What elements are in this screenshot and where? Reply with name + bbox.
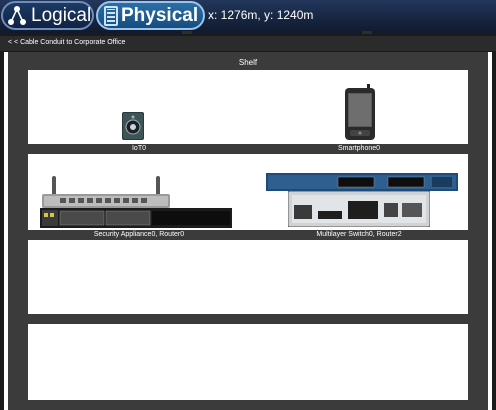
router-icon[interactable] bbox=[288, 191, 430, 227]
shelf-divider bbox=[28, 400, 468, 410]
coordinates-readout: x: 1276m, y: 1240m bbox=[208, 8, 314, 22]
slot-label-iot0: IoT0 bbox=[28, 144, 250, 154]
slot-label-multilayer-switch0-router2: Multilayer Switch0, Router2 bbox=[250, 230, 468, 240]
logical-view-label: Logical bbox=[31, 4, 92, 26]
breadcrumb-bar: < < Cable Conduit to Corporate Office bbox=[0, 36, 496, 51]
rack-post-right bbox=[468, 52, 488, 410]
rack-post-left bbox=[8, 52, 28, 410]
iot-speaker-icon[interactable] bbox=[122, 112, 144, 140]
physical-rack-icon bbox=[104, 5, 118, 26]
toolbar-divider bbox=[362, 31, 372, 34]
breadcrumb-back-link[interactable]: < < Cable Conduit to Corporate Office bbox=[8, 39, 125, 46]
multilayer-switch-icon[interactable] bbox=[266, 173, 458, 191]
logical-view-button[interactable]: Logical bbox=[1, 1, 94, 30]
security-appliance-icon[interactable] bbox=[40, 208, 232, 228]
smartphone-icon[interactable] bbox=[344, 84, 376, 140]
toolbar-divider bbox=[182, 31, 192, 34]
shelf-rack: Shelf IoT0 Smartphone0 Security Applianc… bbox=[4, 52, 492, 410]
slot-label-security-appliance0-router0: Security Appliance0, Router0 bbox=[28, 230, 250, 240]
slot-label-smartphone0: Smartphone0 bbox=[250, 144, 468, 154]
wireless-router-icon[interactable] bbox=[42, 176, 170, 208]
shelf-title: Shelf bbox=[28, 56, 468, 70]
top-toolbar: Logical Physical x: 1276m, y: 1240m bbox=[0, 0, 496, 33]
logical-network-icon bbox=[8, 5, 26, 25]
physical-view-label: Physical bbox=[121, 4, 199, 26]
shelf-divider bbox=[28, 314, 468, 324]
physical-view-button[interactable]: Physical bbox=[96, 1, 205, 30]
